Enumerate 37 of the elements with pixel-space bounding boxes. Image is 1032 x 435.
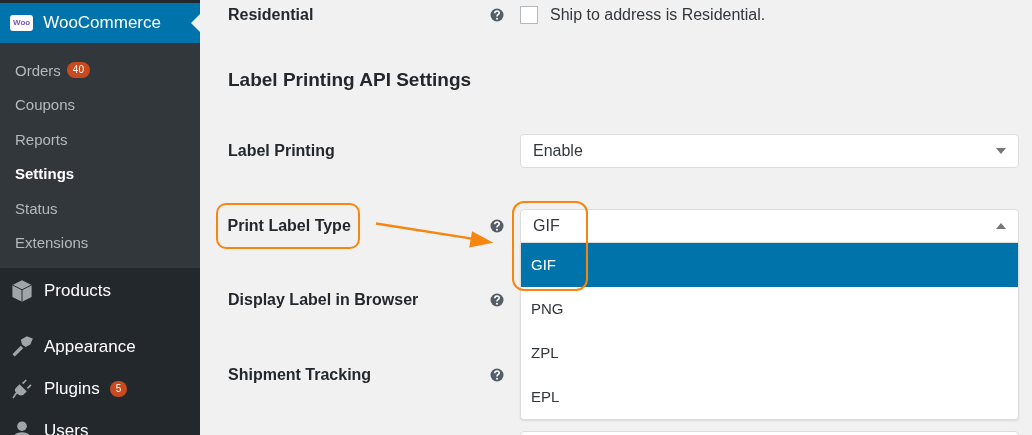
submenu-item[interactable]: Coupons — [15, 96, 76, 114]
help-icon[interactable] — [490, 367, 504, 382]
dropdown-option[interactable]: PNG — [521, 286, 1018, 331]
menu-item[interactable]: Plugins — [44, 379, 100, 399]
plug-icon — [10, 377, 34, 401]
woocommerce-menu-item[interactable]: Woo WooCommerce — [0, 3, 200, 43]
menu-item[interactable]: Products — [44, 281, 112, 301]
field-label: Label Printing — [228, 142, 335, 160]
caret-icon — [996, 148, 1006, 155]
paintbrush-icon — [10, 335, 34, 359]
woo-logo: Woo — [10, 15, 34, 31]
caret-icon — [996, 222, 1006, 229]
help-icon[interactable] — [490, 8, 504, 22]
checkbox[interactable] — [520, 6, 538, 24]
count-badge: 5 — [109, 381, 128, 397]
help-icon[interactable] — [490, 218, 504, 233]
submenu-item[interactable]: Status — [15, 199, 58, 217]
dropdown-option[interactable]: ZPL — [521, 330, 1018, 375]
box-icon — [10, 279, 34, 303]
count-badge: 40 — [66, 62, 90, 79]
submenu-item[interactable]: Orders — [15, 61, 61, 79]
submenu-item[interactable]: Extensions — [15, 234, 89, 252]
section-heading: Label Printing API Settings — [228, 68, 473, 92]
current-pointer-icon — [191, 14, 200, 32]
field-label: Residential — [228, 6, 315, 24]
submenu-item[interactable]: Reports — [15, 130, 68, 148]
dropdown-option[interactable]: GIF — [521, 242, 1018, 287]
select-dropdown[interactable]: Enable — [520, 134, 1019, 169]
field-label: Shipment Tracking — [228, 365, 372, 383]
field-label: Display Label in Browser — [228, 291, 419, 309]
checkbox-label: Ship to address is Residential. — [550, 6, 766, 24]
menu-item[interactable]: Appearance — [44, 337, 136, 357]
dropdown-option[interactable]: EPL — [521, 374, 1018, 419]
field-label: Print Label Type — [227, 216, 351, 234]
select-dropdown[interactable]: GIF — [520, 208, 1019, 243]
help-icon[interactable] — [490, 293, 504, 308]
submenu-item[interactable]: Settings — [15, 165, 75, 183]
